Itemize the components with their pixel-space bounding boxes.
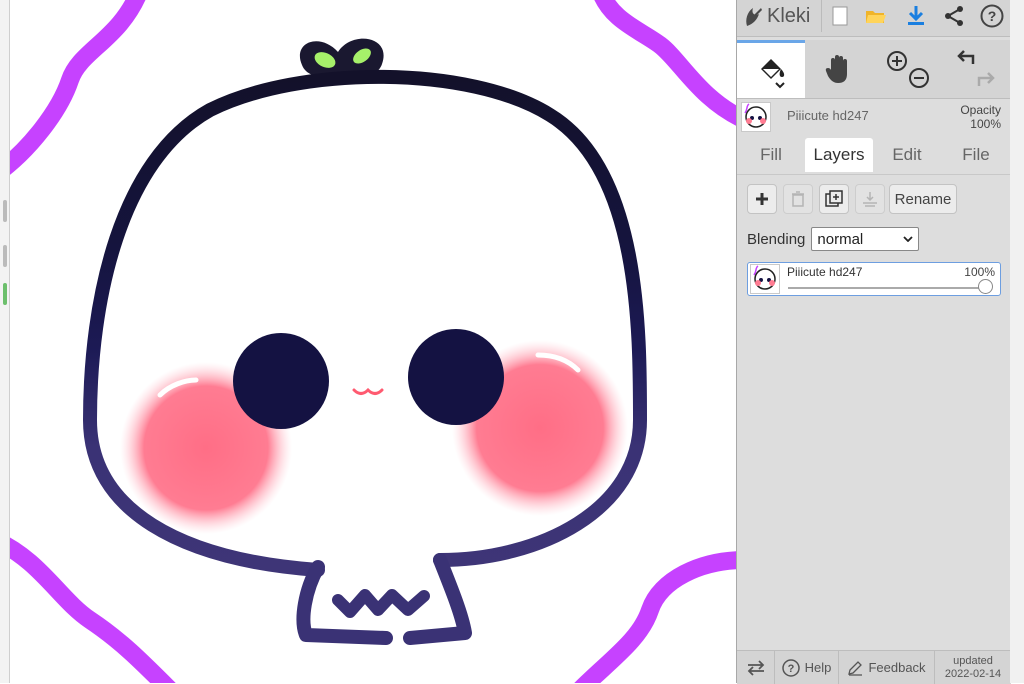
canvas-artwork	[0, 0, 736, 683]
fill-tool-button[interactable]	[737, 40, 805, 98]
layer-name: Piiicute hd247	[787, 265, 863, 279]
sidebar-scrollbar[interactable]	[1010, 0, 1024, 683]
layer-opacity-readout: Opacity 100%	[960, 103, 1001, 131]
layer-opacity-slider-handle[interactable]	[978, 279, 993, 294]
rename-layer-button[interactable]: Rename	[889, 184, 957, 214]
thumbnail-preview	[744, 103, 767, 128]
help-footer-button[interactable]: ? Help	[775, 651, 839, 684]
updated-label: updated	[953, 654, 993, 667]
open-button[interactable]	[861, 0, 891, 32]
layer-thumbnail	[750, 264, 780, 294]
zoom-icons	[887, 51, 929, 88]
tab-fill[interactable]: Fill	[737, 138, 805, 172]
eye-right	[408, 329, 504, 425]
updated-date: 2022-02-14	[944, 667, 1002, 680]
purple-wave-bottom-left	[0, 532, 176, 683]
blending-select[interactable]: normal	[811, 227, 920, 251]
footer-bar: ? Help Feedback updated 2022-02-14	[737, 650, 1011, 684]
eye-left	[233, 333, 329, 429]
app-name: Kleki	[767, 4, 811, 27]
help-icon: ?	[980, 4, 1004, 28]
zoom-out-icon[interactable]	[909, 68, 929, 88]
layer-opacity: 100%	[964, 265, 995, 279]
redo-icon[interactable]	[977, 72, 995, 86]
tab-bar: Fill Layers Edit File	[737, 136, 1011, 175]
purple-wave-top-right	[594, 0, 736, 126]
edge-marker	[3, 200, 7, 222]
svg-text:?: ?	[988, 8, 997, 24]
share-icon	[945, 6, 963, 26]
plus-icon	[756, 193, 768, 205]
open-folder-icon	[866, 11, 886, 23]
kleki-logo[interactable]: Kleki	[741, 0, 822, 32]
tab-file[interactable]: File	[941, 138, 1011, 172]
undo-redo-icons	[957, 50, 995, 86]
trash-icon	[792, 191, 804, 207]
top-toolbar: Kleki ?	[737, 0, 1011, 37]
current-layer-info: Piiicute hd247 Opacity 100%	[737, 98, 1011, 136]
svg-text:?: ?	[787, 663, 794, 675]
help-circle-icon: ?	[781, 658, 800, 677]
layer-list-item[interactable]: Piiicute hd247 100%	[747, 262, 1001, 296]
zoom-buttons	[873, 40, 941, 98]
blending-value: normal	[817, 230, 864, 248]
help-label: Help	[804, 660, 832, 675]
tab-layers[interactable]: Layers	[805, 138, 873, 172]
add-layer-button[interactable]	[747, 184, 777, 214]
new-image-icon	[832, 6, 848, 26]
feedback-icon	[848, 660, 863, 676]
current-layer-thumbnail	[741, 102, 771, 132]
current-layer-name: Piiicute hd247	[787, 108, 869, 123]
sidebar: Kleki ? Piiicute hd247 Opacity 100% Fill…	[736, 0, 1024, 684]
hand-icon	[825, 55, 847, 83]
merge-down-icon	[863, 192, 877, 207]
kleki-logo-icon	[746, 8, 762, 26]
purple-wave-top-left	[0, 0, 146, 183]
delete-layer-button[interactable]	[783, 184, 813, 214]
edge-marker-green	[3, 283, 7, 305]
opacity-label: Opacity	[960, 103, 1001, 117]
help-button[interactable]: ?	[977, 0, 1007, 32]
share-button[interactable]	[939, 0, 969, 32]
edge-marker	[3, 245, 7, 267]
download-button[interactable]	[901, 0, 931, 32]
opacity-value: 100%	[970, 117, 1001, 131]
swap-arrows-icon	[747, 659, 764, 676]
blending-label: Blending	[747, 230, 806, 248]
duplicate-layer-button[interactable]	[819, 184, 849, 214]
blending-row: Blending normal	[747, 226, 920, 252]
chevron-down-icon	[903, 236, 914, 242]
purple-wave-bottom-right	[574, 551, 736, 683]
canvas-left-edge	[0, 0, 10, 683]
download-icon	[908, 6, 924, 25]
feedback-button[interactable]: Feedback	[839, 651, 935, 684]
new-image-button[interactable]	[825, 0, 855, 32]
drawing-canvas[interactable]	[0, 0, 736, 683]
duplicate-icon	[825, 190, 843, 207]
layer-opacity-slider[interactable]	[788, 287, 988, 289]
tool-row	[737, 40, 1011, 99]
undo-icon[interactable]	[957, 50, 975, 64]
zoom-in-icon[interactable]	[887, 51, 907, 71]
character-feet	[332, 589, 430, 618]
merge-layer-button[interactable]	[855, 184, 885, 214]
tab-edit[interactable]: Edit	[873, 138, 941, 172]
hand-tool-button[interactable]	[805, 40, 873, 98]
undo-redo-buttons	[941, 40, 1011, 98]
swap-side-button[interactable]	[737, 651, 775, 684]
layer-thumbnail-preview	[753, 265, 776, 290]
feedback-label: Feedback	[868, 660, 926, 675]
update-info[interactable]: updated 2022-02-14	[935, 651, 1011, 684]
paint-bucket-icon	[761, 58, 785, 88]
